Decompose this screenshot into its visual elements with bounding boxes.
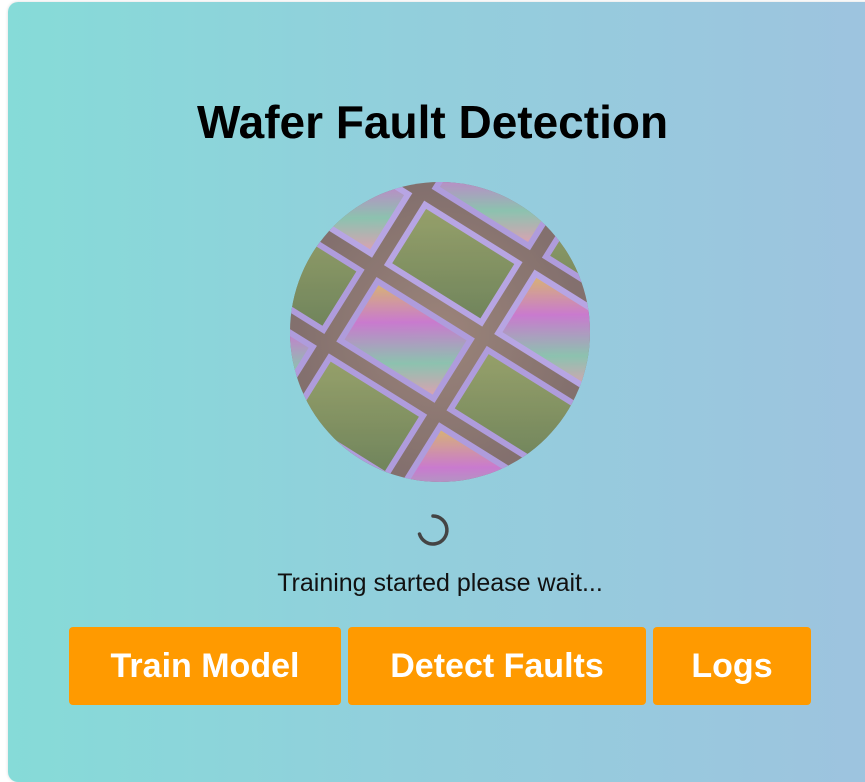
logs-button[interactable]: Logs [653, 627, 811, 705]
detect-faults-button[interactable]: Detect Faults [348, 627, 646, 705]
wafer-image [290, 182, 590, 482]
status-message: Training started please wait... [277, 569, 603, 597]
page-title: Wafer Fault Detection [196, 96, 669, 148]
train-model-button[interactable]: Train Model [69, 627, 341, 705]
loading-spinner-icon [417, 514, 449, 546]
